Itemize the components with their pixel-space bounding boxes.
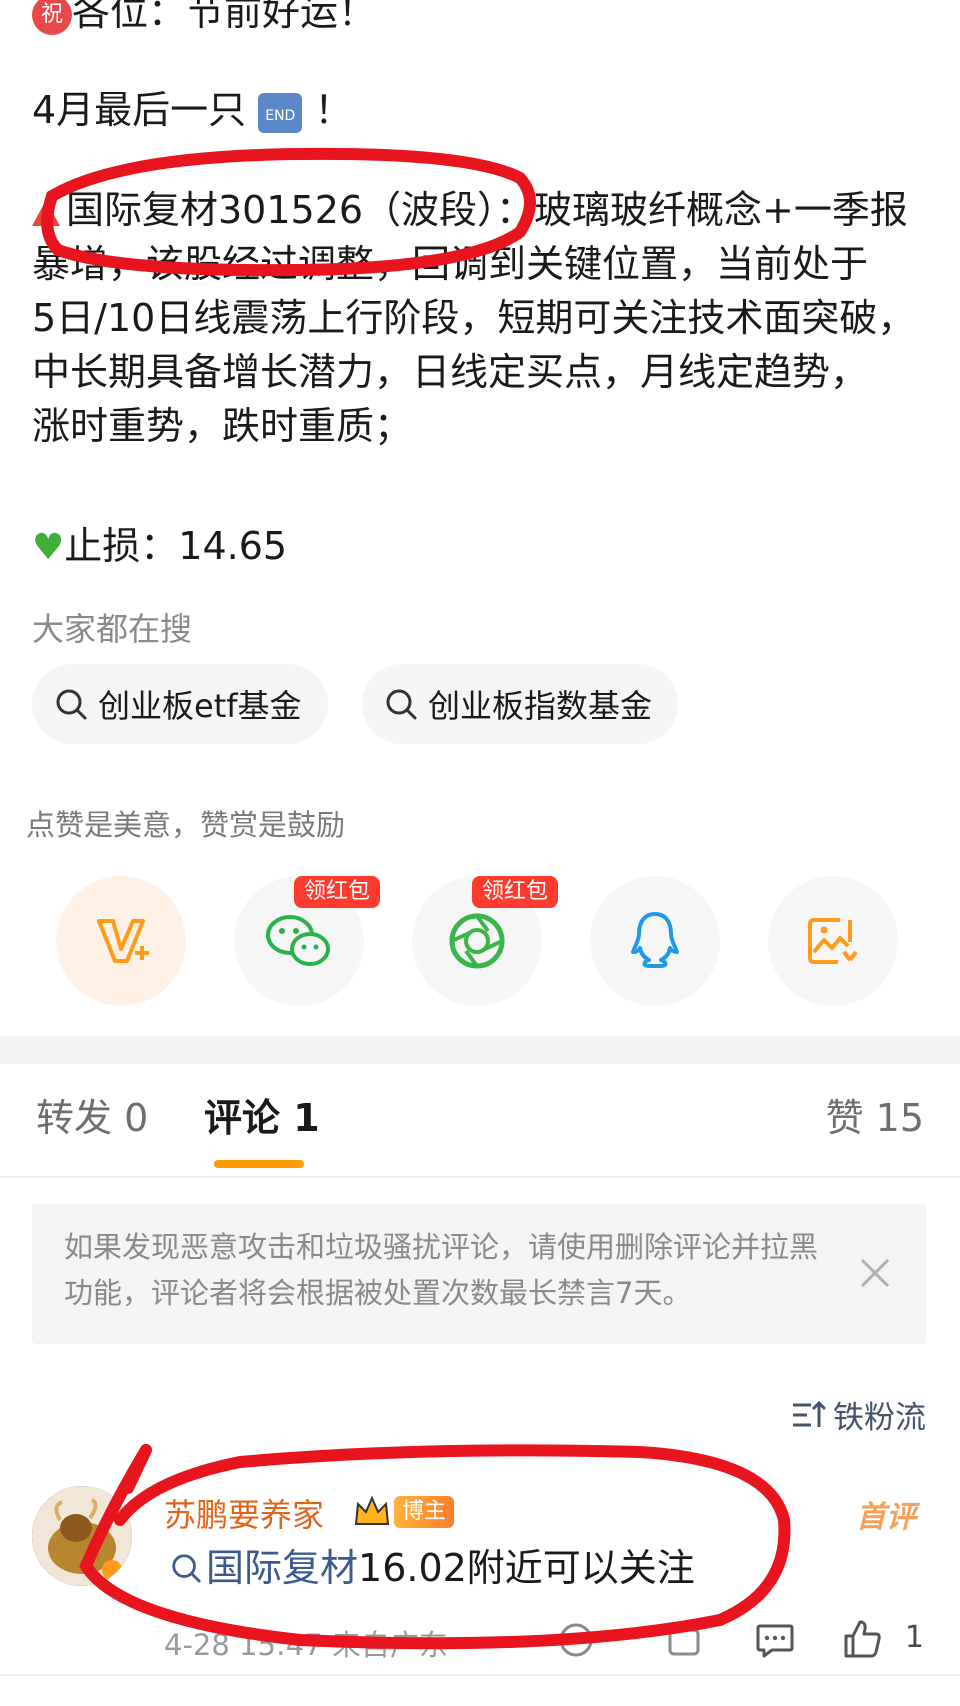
redpack-badge-wechat: 领红包 (294, 876, 381, 908)
sort-label: 铁粉流 (833, 1400, 926, 1436)
search-chip-label: 创业板指数基金 (428, 687, 653, 725)
tab-like[interactable]: 赞 15 (826, 1090, 924, 1146)
search-icon (56, 689, 87, 720)
blessing-emoji-icon: 祝 (32, 0, 72, 35)
share-icon[interactable] (556, 1620, 596, 1660)
tab-comment[interactable]: 评论 1 (204, 1090, 320, 1146)
post-body-line-3: 中长期具备增长潜力，日线定买点，月线定趋势， (32, 350, 869, 394)
exclamation-text: ！ (314, 88, 353, 132)
warning-triangle-icon (32, 199, 60, 226)
annotation-arrow-tip (122, 1444, 152, 1494)
author-badge: 博主 (394, 1496, 455, 1528)
comment-body: 国际复材 16.02附近可以关注 (170, 1540, 695, 1596)
repost-icon[interactable] (664, 1620, 704, 1660)
save-image-button[interactable] (768, 876, 898, 1006)
comment-policy-notice: 如果发现恶意攻击和垃圾骚扰评论，请使用删除评论并拉黑功能，评论者将会根据被处置次… (32, 1204, 926, 1344)
save-image-icon (808, 918, 858, 964)
post-line-stock: 国际复材301526（波段）：玻璃玻纤概念+一季报 (32, 182, 908, 238)
sort-icon (793, 1400, 827, 1427)
v-plus-icon (97, 919, 149, 963)
comment-meta: 4-28 15:47 来自广东 (164, 1628, 448, 1662)
moments-shutter-icon (449, 913, 505, 969)
tab-repost[interactable]: 转发 0 (36, 1090, 148, 1146)
search-icon (172, 1554, 201, 1583)
comment-text: 16.02附近可以关注 (358, 1546, 695, 1590)
sort-toggle[interactable]: 铁粉流 (791, 1392, 926, 1437)
comment-username[interactable]: 苏鹏要养家 (164, 1490, 324, 1536)
post-line-greeting: 祝各位：节前好运！ (32, 0, 376, 40)
post-body-line-1: 暴增，该股经过调整，回调到关键位置，当前处于 (32, 242, 869, 286)
tabs-border (0, 1176, 960, 1178)
post-line-stop-loss: ♥止损：14.65 (32, 518, 287, 576)
first-comment-tag: 首评 (856, 1500, 916, 1535)
avatar[interactable] (32, 1486, 132, 1586)
post-body-line-4: 涨时重势，跌时重质； (32, 404, 413, 448)
stop-loss-text: 止损：14.65 (64, 524, 288, 568)
search-icon (386, 689, 417, 720)
green-heart-icon: ♥ (32, 527, 65, 568)
section-divider (0, 1036, 960, 1064)
bottom-border (0, 1674, 960, 1676)
search-chip-index[interactable]: 创业板指数基金 (362, 664, 679, 744)
comment-like-count: 1 (904, 1620, 924, 1655)
post-body-line-2: 5日/10日线震荡上行阶段，短期可关注技术面突破， (32, 296, 916, 340)
wechat-icon (266, 915, 330, 966)
search-section-label: 大家都在搜 (32, 610, 193, 648)
stock-link-text: 国际复材 (206, 1546, 359, 1590)
stock-link[interactable]: 国际复材 (170, 1540, 358, 1596)
qq-penguin-icon (631, 912, 679, 968)
notice-text: 如果发现恶意攻击和垃圾骚扰评论，请使用删除评论并拉黑功能，评论者将会根据被处置次… (64, 1230, 819, 1310)
bull-avatar-image (32, 1486, 132, 1586)
share-qq-button[interactable] (590, 876, 720, 1006)
search-chip-label: 创业板etf基金 (98, 687, 302, 725)
comment-icon[interactable] (754, 1620, 796, 1660)
greeting-text: 各位：节前好运！ (72, 0, 377, 34)
reward-hint: 点赞是美意，赞赏是鼓励 (26, 808, 346, 842)
crown-icon (354, 1495, 390, 1525)
thumbs-up-icon[interactable] (842, 1618, 884, 1660)
redpack-badge-moments: 领红包 (472, 876, 559, 908)
last-stock-text: 4月最后一只 (32, 88, 247, 132)
post-line-last-stock: 4月最后一只 END ！ (32, 82, 352, 138)
stock-line-text: 国际复材301526（波段）：玻璃玻纤概念+一季报 (66, 188, 908, 232)
active-tab-indicator (214, 1160, 304, 1168)
reward-button[interactable] (56, 876, 186, 1006)
search-chip-etf[interactable]: 创业板etf基金 (32, 664, 328, 744)
end-arrow-icon: END (258, 92, 303, 133)
close-icon[interactable] (858, 1256, 892, 1290)
